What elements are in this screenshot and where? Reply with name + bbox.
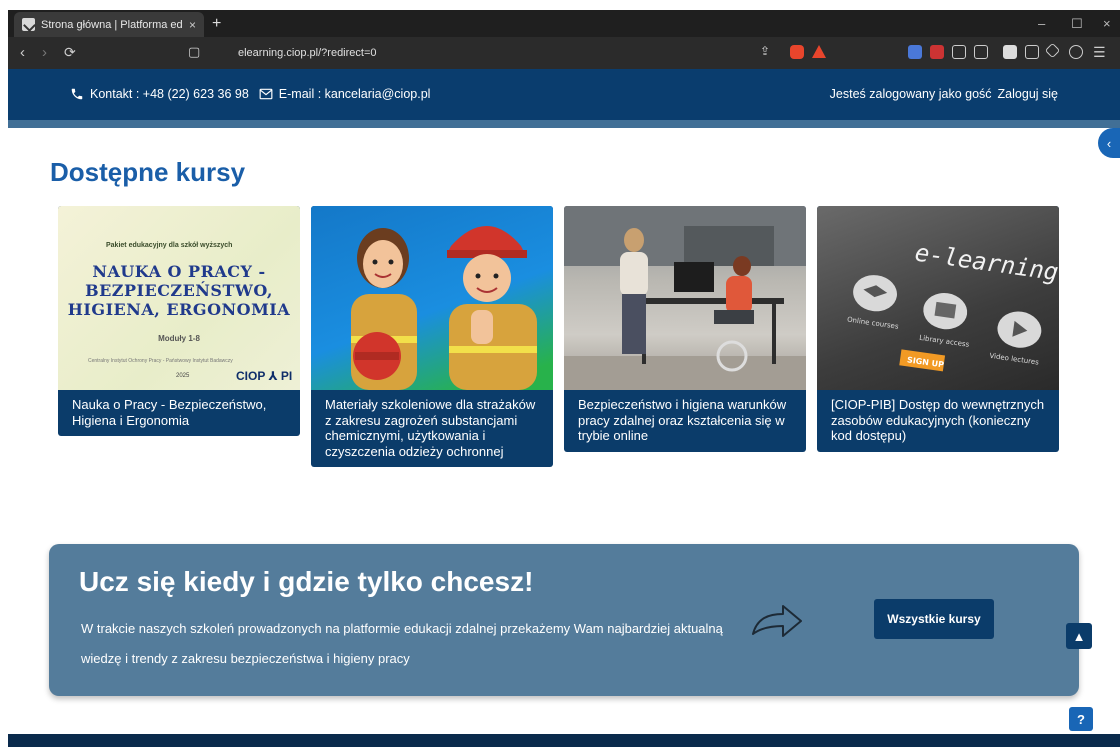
course-title[interactable]: Materiały szkoleniowe dla strażaków z za…: [311, 390, 553, 467]
brave-shield-icon[interactable]: [790, 45, 804, 59]
page-title: Dostępne kursy: [50, 157, 246, 187]
help-button[interactable]: ?: [1069, 707, 1093, 731]
course-title[interactable]: Nauka o Pracy - Bezpieczeństwo, Higiena …: [58, 390, 300, 436]
course-title[interactable]: [CIOP-PIB] Dostęp do wewnętrznych zasobó…: [817, 390, 1059, 452]
svg-text:e-learning: e-learning: [913, 239, 1059, 287]
wallet-icon[interactable]: [1025, 45, 1039, 59]
browser-window: Strona główna | Platforma edukac × + – ☐…: [8, 10, 1120, 747]
back-icon[interactable]: ‹: [20, 44, 25, 61]
drawer-toggle-button[interactable]: ‹: [1098, 128, 1120, 158]
ciop-logo: CIOP ⅄ PI: [236, 369, 293, 383]
all-courses-button[interactable]: Wszystkie kursy: [874, 599, 994, 639]
vpn-icon[interactable]: [1069, 45, 1083, 59]
arrow-right-icon: [752, 605, 802, 637]
course1-title-art: NAUKA O PRACY - BEZPIECZEŃSTWO, HIGIENA,…: [67, 262, 291, 319]
tab-bar: Strona główna | Platforma edukac × + – ☐…: [8, 10, 1120, 37]
course-image[interactable]: [564, 206, 806, 390]
bookmark-icon[interactable]: ▢: [188, 44, 200, 60]
login-link[interactable]: Zaloguj się: [998, 87, 1058, 101]
course-card[interactable]: Materiały szkoleniowe dla strażaków z za…: [311, 206, 553, 467]
minimize-icon[interactable]: –: [1038, 16, 1045, 31]
course1-modules: Moduły 1-8: [158, 334, 200, 343]
contact-email[interactable]: E-mail : kancelaria@ciop.pl: [279, 87, 431, 101]
menu-icon[interactable]: ☰: [1093, 44, 1106, 61]
svg-text:Library access: Library access: [919, 334, 970, 349]
contact-phone: Kontakt : +48 (22) 623 36 98: [90, 87, 249, 101]
close-window-icon[interactable]: ×: [1103, 16, 1111, 31]
screenshot-icon[interactable]: [974, 45, 988, 59]
course1-kicker: Pakiet edukacyjny dla szkół wyższych: [106, 242, 233, 249]
extension-badge-icon[interactable]: [930, 45, 944, 59]
course1-year: 2025: [176, 373, 190, 379]
site-favicon-icon: [22, 18, 35, 31]
forward-icon[interactable]: ›: [42, 44, 47, 61]
elearning-keyboard-photo: e-learning Online courses Library access…: [847, 239, 1059, 372]
extensions-icon[interactable]: [952, 45, 966, 59]
guest-status: Jesteś zalogowany jako gość: [829, 87, 992, 101]
contact-info: Kontakt : +48 (22) 623 36 98 E-mail : ka…: [70, 87, 430, 101]
promo-banner: Ucz się kiedy i gdzie tylko chcesz! W tr…: [49, 544, 1079, 696]
course-card[interactable]: Bezpieczeństwo i higiena warunków pracy …: [564, 206, 806, 452]
leo-ai-icon[interactable]: [1044, 42, 1061, 59]
tab-title: Strona główna | Platforma edukac: [41, 18, 183, 31]
sidebar-icon[interactable]: [1003, 45, 1017, 59]
brave-rewards-icon[interactable]: [812, 45, 826, 58]
site-topbar: Kontakt : +48 (22) 623 36 98 E-mail : ka…: [8, 69, 1120, 120]
course-image[interactable]: e-learning Online courses Library access…: [817, 206, 1059, 390]
share-icon[interactable]: ⇪: [760, 44, 770, 58]
phone-icon: [71, 88, 83, 100]
banner-heading: Ucz się kiedy i gdzie tylko chcesz!: [79, 566, 534, 597]
reload-icon[interactable]: ⟳: [64, 44, 76, 61]
course1-publisher: Centralny Instytut Ochrony Pracy - Państ…: [88, 358, 233, 364]
svg-text:Video lectures: Video lectures: [989, 352, 1040, 367]
nav-divider: [8, 120, 1120, 128]
banner-text: W trakcie naszych szkoleń prowadzonych n…: [81, 621, 723, 666]
scroll-to-top-button[interactable]: ▲: [1066, 623, 1092, 649]
course-card[interactable]: Pakiet edukacyjny dla szkół wyższych NAU…: [58, 206, 300, 436]
course-image[interactable]: [311, 206, 553, 390]
firefighters-illustration: [351, 226, 537, 390]
course-image[interactable]: Pakiet edukacyjny dla szkół wyższych NAU…: [58, 206, 300, 390]
office-photo: [564, 206, 806, 390]
tab-close-icon[interactable]: ×: [189, 18, 196, 32]
url-input[interactable]: elearning.ciop.pl/?redirect=0: [218, 42, 828, 64]
extension-icon[interactable]: [908, 45, 922, 59]
svg-text:Online courses: Online courses: [847, 316, 900, 331]
mail-icon: [259, 88, 273, 100]
course-title[interactable]: Bezpieczeństwo i higiena warunków pracy …: [564, 390, 806, 452]
user-info: Jesteś zalogowany jako gość Zaloguj się: [830, 87, 1058, 101]
course-card[interactable]: e-learning Online courses Library access…: [817, 206, 1059, 452]
page-footer: [8, 734, 1120, 747]
browser-tab[interactable]: Strona główna | Platforma edukac ×: [14, 12, 204, 37]
maximize-icon[interactable]: ☐: [1071, 16, 1083, 32]
address-bar: ‹ › ⟳ ▢ ⚙ elearning.ciop.pl/?redirect=0 …: [8, 37, 1120, 69]
new-tab-button[interactable]: +: [212, 15, 221, 33]
